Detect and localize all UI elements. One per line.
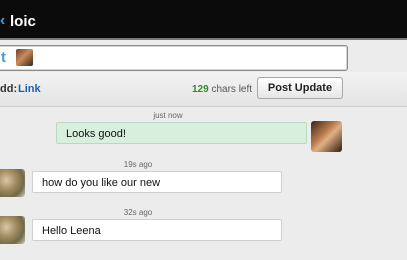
chars-left-count: 129 (192, 84, 209, 95)
message-bubble-outgoing[interactable]: Looks good! (56, 122, 307, 144)
twitter-bird-icon[interactable]: t (1, 49, 6, 66)
add-link-button[interactable]: Link (18, 83, 41, 95)
avatar[interactable] (311, 121, 342, 152)
sender-avatar (16, 49, 33, 66)
avatar[interactable] (0, 169, 25, 197)
message-input[interactable]: t (0, 45, 348, 71)
conversation-title: loic (10, 13, 36, 30)
post-update-button[interactable]: Post Update (257, 77, 343, 99)
message-timestamp: 19s ago (123, 160, 153, 169)
action-bar: dd: Link 129 chars left Post Update (0, 72, 407, 107)
header-divider (0, 38, 407, 40)
avatar[interactable] (0, 216, 25, 244)
chars-left: 129 chars left (192, 84, 252, 95)
message-bubble-incoming[interactable]: Hello Leena (32, 219, 282, 241)
chars-left-label: chars left (211, 84, 253, 95)
message-text: Hello Leena (42, 225, 101, 237)
conversation-header: ‹ loic (0, 0, 407, 40)
message-bubble-incoming[interactable]: how do you like our new (32, 171, 282, 193)
message-timestamp: just now (153, 111, 183, 120)
message-text: how do you like our new (42, 177, 161, 189)
message-text: Looks good! (66, 128, 126, 140)
back-button[interactable]: ‹ (0, 12, 5, 30)
message-timestamp: 32s ago (123, 208, 153, 217)
add-label: dd: (0, 83, 18, 95)
